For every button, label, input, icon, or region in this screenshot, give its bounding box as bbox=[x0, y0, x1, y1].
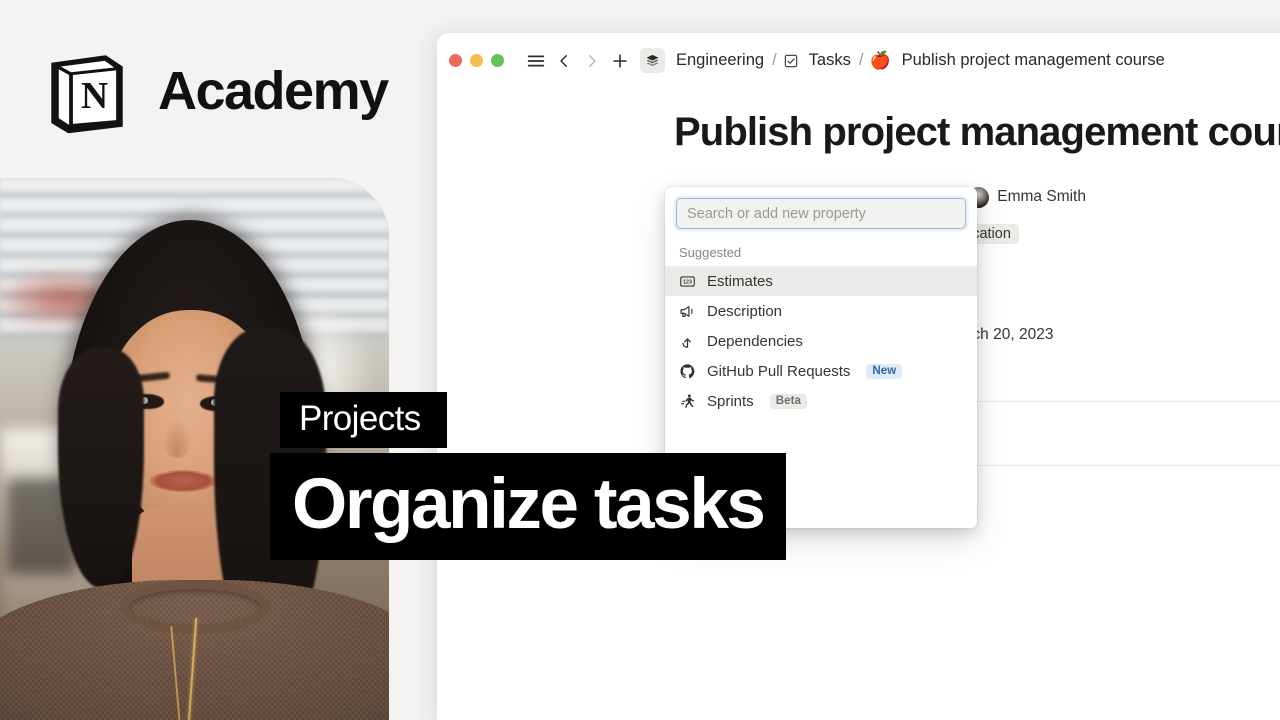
chevron-right-icon[interactable] bbox=[578, 47, 606, 75]
dropdown-section-label: Suggested bbox=[679, 245, 742, 260]
badge-beta: Beta bbox=[769, 393, 808, 409]
breadcrumb-separator-1: / bbox=[772, 51, 777, 69]
chevron-left-icon[interactable] bbox=[550, 47, 578, 75]
dropdown-item-sprints[interactable]: Sprints Beta bbox=[665, 386, 977, 416]
dropdown-item-label: GitHub Pull Requests bbox=[707, 362, 851, 380]
stack-layers-icon[interactable] bbox=[640, 48, 665, 73]
brand-lockup: N Academy bbox=[40, 44, 389, 138]
search-input[interactable] bbox=[676, 198, 966, 229]
apple-emoji-icon: 🍎 bbox=[869, 50, 891, 70]
breadcrumb: Engineering / Tasks / 🍎 Publish project … bbox=[640, 48, 1167, 73]
overlay-headline: Organize tasks bbox=[270, 453, 786, 560]
dropdown-item-github-pull-requests[interactable]: GitHub Pull Requests New bbox=[665, 356, 977, 386]
dropdown-item-label: Estimates bbox=[707, 272, 773, 290]
dropdown-item-label: Dependencies bbox=[707, 332, 803, 350]
overlay-eyebrow: Projects bbox=[280, 392, 447, 448]
assignee-chip-emma[interactable]: Emma Smith bbox=[968, 186, 1086, 208]
checkbox-icon bbox=[783, 53, 799, 69]
traffic-lights bbox=[449, 54, 504, 67]
github-icon bbox=[679, 363, 696, 380]
svg-text:123: 123 bbox=[683, 279, 692, 285]
hamburger-menu-icon[interactable] bbox=[522, 47, 550, 75]
page-title[interactable]: Publish project management course bbox=[437, 88, 1280, 155]
assignee-name: Emma Smith bbox=[997, 188, 1086, 205]
breadcrumb-item-page[interactable]: Publish project management course bbox=[900, 51, 1167, 70]
maximize-window-button[interactable] bbox=[491, 54, 504, 67]
numbers-123-icon: 123 bbox=[679, 273, 696, 290]
brand-title: Academy bbox=[158, 61, 389, 121]
photo-nose bbox=[162, 418, 192, 458]
overlay-eyebrow-text: Projects bbox=[299, 399, 421, 438]
screenshot-root: N Academy Engineering / Tasks / 🍎 Publis… bbox=[0, 0, 1280, 720]
breadcrumb-item-tasks[interactable]: Tasks bbox=[807, 51, 853, 70]
close-window-button[interactable] bbox=[449, 54, 462, 67]
presenter-photo bbox=[0, 178, 389, 720]
arrow-curve-up-icon bbox=[679, 333, 696, 350]
dropdown-item-description[interactable]: Description bbox=[665, 296, 977, 326]
dropdown-item-label: Sprints bbox=[707, 392, 754, 410]
badge-new: New bbox=[866, 363, 903, 379]
svg-text:N: N bbox=[81, 76, 108, 117]
dropdown-search-wrapper bbox=[665, 187, 977, 235]
breadcrumb-separator-2: / bbox=[858, 51, 864, 69]
plus-icon[interactable] bbox=[606, 47, 634, 75]
photo-mouth bbox=[150, 470, 216, 492]
overlay-headline-text: Organize tasks bbox=[292, 465, 766, 544]
breadcrumb-item-engineering[interactable]: Engineering bbox=[674, 51, 766, 70]
window-titlebar: Engineering / Tasks / 🍎 Publish project … bbox=[437, 33, 1280, 88]
megaphone-icon bbox=[679, 303, 696, 320]
dropdown-item-dependencies[interactable]: Dependencies bbox=[665, 326, 977, 356]
minimize-window-button[interactable] bbox=[470, 54, 483, 67]
running-person-icon bbox=[679, 393, 696, 410]
dropdown-item-estimates[interactable]: 123 Estimates bbox=[665, 266, 977, 296]
dropdown-item-label: Description bbox=[707, 302, 783, 320]
notion-logo-icon: N bbox=[40, 44, 134, 138]
